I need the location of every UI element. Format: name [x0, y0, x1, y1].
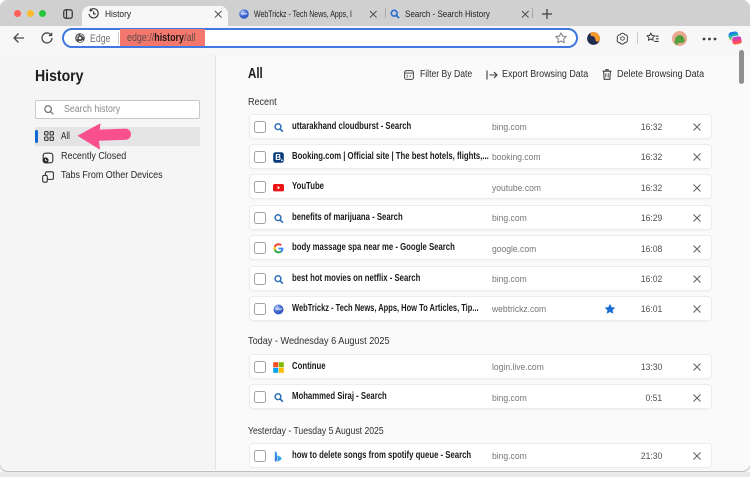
- svg-text:B: B: [275, 153, 281, 162]
